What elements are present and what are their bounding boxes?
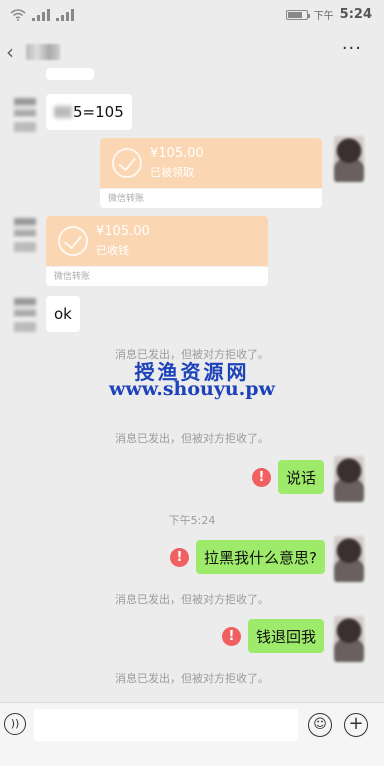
voice-input-icon[interactable]: )): [4, 713, 26, 735]
transfer-amount: ¥105.00: [96, 224, 150, 239]
message-text: 5=105: [73, 103, 124, 121]
transfer-status: 已收钱: [96, 244, 129, 257]
chat-area[interactable]: 5=105 ¥105.00 已被领取 微信转账 ¥105.00 已收钱 微信转账…: [0, 68, 384, 702]
transfer-label: 微信转账: [46, 266, 268, 286]
message-text: 说话: [286, 468, 317, 487]
title-bar: ‹ ···: [0, 32, 384, 72]
message-text: ok: [54, 305, 72, 323]
sent-message-bubble[interactable]: 拉黑我什么意思?: [196, 540, 325, 574]
transfer-card-sent[interactable]: ¥105.00 已被领取 微信转账: [100, 138, 322, 208]
time-prefix: 下午: [313, 11, 334, 22]
blurred-text: [54, 106, 72, 118]
send-failed-icon[interactable]: !: [222, 627, 241, 646]
rejected-notice: 消息已发出，但被对方拒收了。: [115, 593, 269, 606]
contact-name-blurred: [26, 44, 60, 60]
received-message-bubble[interactable]: ok: [46, 296, 80, 332]
message-input[interactable]: [34, 709, 298, 741]
status-bar: 下午 5:24: [0, 0, 384, 32]
transfer-label: 微信转账: [100, 188, 322, 208]
send-failed-icon[interactable]: !: [252, 468, 271, 487]
wifi-icon: [10, 9, 26, 21]
contact-avatar[interactable]: [14, 298, 36, 332]
contact-avatar[interactable]: [14, 98, 36, 132]
checkmark-icon: [112, 148, 142, 178]
contact-avatar[interactable]: [14, 218, 36, 252]
send-failed-icon[interactable]: !: [170, 548, 189, 567]
transfer-amount: ¥105.00: [150, 146, 204, 161]
timestamp: 下午5:24: [168, 514, 216, 527]
signal-icon-1: [32, 9, 50, 21]
my-avatar[interactable]: [334, 536, 364, 582]
my-avatar[interactable]: [334, 136, 364, 182]
partial-message-bubble: [46, 68, 94, 80]
transfer-card-received[interactable]: ¥105.00 已收钱 微信转账: [46, 216, 268, 286]
transfer-card-top: ¥105.00 已收钱: [46, 216, 268, 266]
message-text: 拉黑我什么意思?: [204, 548, 317, 567]
my-avatar[interactable]: [334, 616, 364, 662]
watermark-url: www.shouyu.pw: [109, 378, 275, 400]
my-avatar[interactable]: [334, 456, 364, 502]
status-right: 下午 5:24: [285, 7, 372, 22]
plus-icon[interactable]: +: [344, 713, 368, 737]
emoji-icon[interactable]: ☺: [308, 713, 332, 737]
status-left: [10, 9, 74, 21]
more-options-icon[interactable]: ···: [342, 38, 362, 59]
signal-icon-2: [56, 9, 74, 21]
rejected-notice: 消息已发出，但被对方拒收了。: [115, 432, 269, 445]
sent-message-bubble[interactable]: 说话: [278, 460, 325, 494]
back-arrow-icon[interactable]: ‹: [6, 40, 14, 64]
checkmark-icon: [58, 226, 88, 256]
clock: 5:24: [339, 7, 372, 22]
input-bar: )) ☺ +: [0, 702, 384, 766]
transfer-card-top: ¥105.00 已被领取: [100, 138, 322, 188]
received-message-bubble[interactable]: 5=105: [46, 94, 132, 130]
battery-icon: [285, 9, 310, 20]
message-text: 钱退回我: [256, 627, 317, 646]
rejected-notice: 消息已发出，但被对方拒收了。: [115, 672, 269, 685]
transfer-status: 已被领取: [150, 166, 194, 179]
sent-message-bubble[interactable]: 钱退回我: [248, 619, 325, 653]
